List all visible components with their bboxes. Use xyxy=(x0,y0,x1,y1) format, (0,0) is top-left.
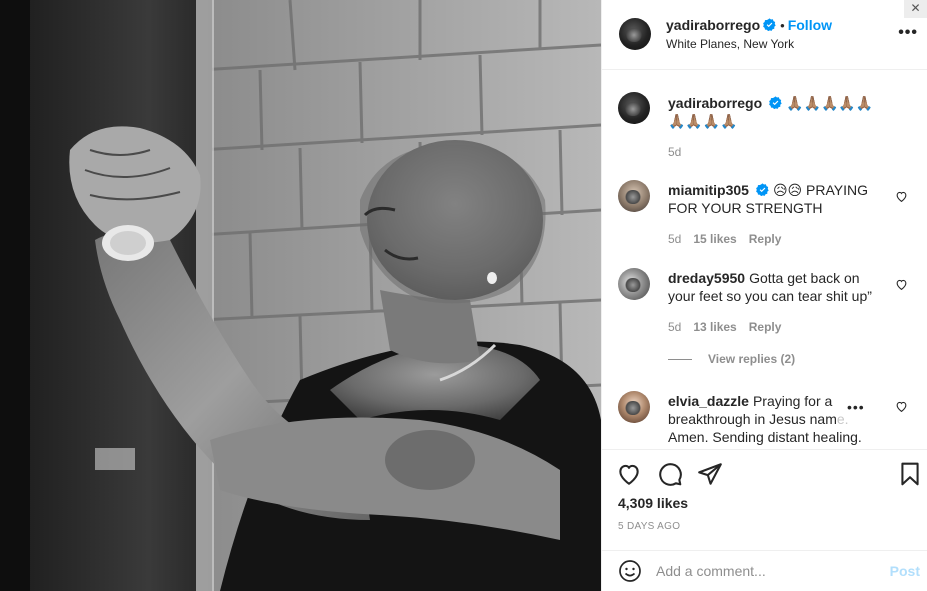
post-header: yadiraborrego • Follow White Planes, New Y… xyxy=(602,0,927,70)
comment-time[interactable]: 5d xyxy=(668,320,681,334)
post-location[interactable]: White Planes, New York xyxy=(666,37,794,51)
heart-icon[interactable] xyxy=(616,461,642,487)
comment-likes[interactable]: 13 likes xyxy=(693,320,736,334)
comment-meta: 5d 15 likes Reply xyxy=(668,232,793,246)
comment-icon[interactable] xyxy=(657,461,683,487)
comment-more-icon[interactable]: ••• xyxy=(847,399,865,415)
comment-username[interactable]: miamitip305 xyxy=(668,182,749,198)
comment-time[interactable]: 5d xyxy=(668,232,681,246)
heart-icon[interactable] xyxy=(895,400,908,413)
author-username[interactable]: yadiraborrego xyxy=(666,17,760,33)
caption-avatar[interactable] xyxy=(618,92,650,124)
caption-text-block: yadiraborrego 🙏🏽🙏🏽🙏🏽🙏🏽🙏🏽🙏🏽🙏🏽🙏🏽🙏🏽 xyxy=(668,94,882,130)
comment-meta: 5d 13 likes Reply xyxy=(668,320,793,334)
caption-meta: 5d xyxy=(668,145,693,159)
comments-list[interactable]: yadiraborrego 🙏🏽🙏🏽🙏🏽🙏🏽🙏🏽🙏🏽🙏🏽🙏🏽🙏🏽 5d miami… xyxy=(602,71,927,449)
post-photo[interactable] xyxy=(0,0,601,591)
heart-icon[interactable] xyxy=(895,278,908,291)
view-replies-label: View replies (2) xyxy=(708,352,796,366)
caption-username[interactable]: yadiraborrego xyxy=(668,95,762,111)
comment-text-block: dreday5950 Gotta get back on your feet so… xyxy=(668,269,882,305)
comment-text-block: miamitip305 😥😥 PRAYING FOR YOUR STRENGTH xyxy=(668,181,882,217)
follow-button[interactable]: Follow xyxy=(788,17,832,33)
add-comment-bar: Post xyxy=(602,550,927,591)
verified-badge-icon xyxy=(763,18,776,31)
post-side-panel: yadiraborrego • Follow White Planes, New Y… xyxy=(601,0,927,591)
post-actions: 4,309 likes 5 DAYS AGO xyxy=(602,449,927,550)
likes-count[interactable]: 4,309 likes xyxy=(618,495,688,511)
separator-dot: • xyxy=(780,18,785,33)
comment-avatar[interactable] xyxy=(618,268,650,300)
bookmark-icon[interactable] xyxy=(897,461,923,487)
comment-likes[interactable]: 15 likes xyxy=(693,232,736,246)
comment-username[interactable]: dreday5950 xyxy=(668,270,745,286)
view-replies-button[interactable]: View replies (2) xyxy=(668,352,795,366)
share-icon[interactable] xyxy=(697,461,723,487)
emoji-icon[interactable] xyxy=(618,559,642,583)
comment-avatar[interactable] xyxy=(618,391,650,423)
reply-button[interactable]: Reply xyxy=(749,232,782,246)
author-line: yadiraborrego • Follow xyxy=(666,17,832,35)
heart-icon[interactable] xyxy=(895,190,908,203)
comment-body-end: Amen. Sending distant healing. xyxy=(668,429,862,445)
post-button[interactable]: Post xyxy=(890,563,920,579)
comment-avatar[interactable] xyxy=(618,180,650,212)
close-icon[interactable]: ✕ xyxy=(904,0,927,18)
verified-badge-icon xyxy=(769,96,782,109)
post-timestamp[interactable]: 5 DAYS AGO xyxy=(618,521,680,532)
view-replies-line xyxy=(668,359,692,361)
photo-artwork xyxy=(0,0,601,591)
comment-username[interactable]: elvia_dazzle xyxy=(668,393,749,409)
comment-input[interactable] xyxy=(656,560,876,582)
caption-time[interactable]: 5d xyxy=(668,145,681,159)
reply-button[interactable]: Reply xyxy=(749,320,782,334)
verified-badge-icon xyxy=(756,183,769,196)
more-options-icon[interactable]: ••• xyxy=(898,24,918,42)
author-avatar[interactable] xyxy=(619,18,651,50)
